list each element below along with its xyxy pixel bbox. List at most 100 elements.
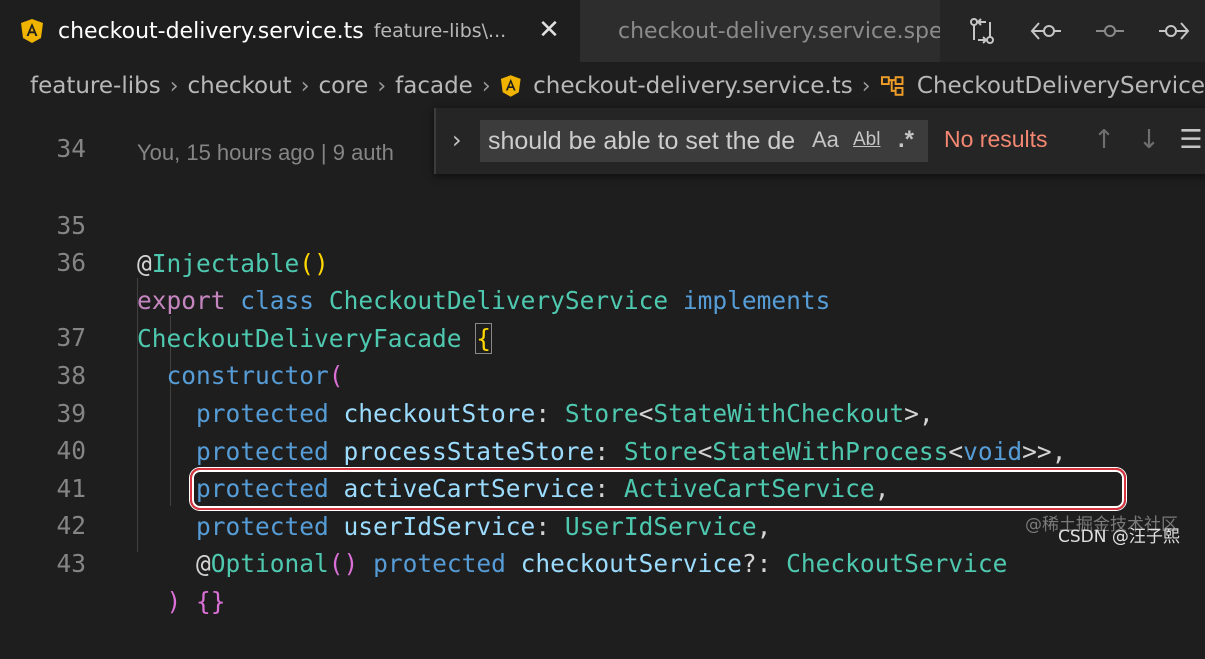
code-token: protected <box>196 437 329 466</box>
code-token: checkoutService <box>520 549 742 578</box>
next-match-icon[interactable]: ↓ <box>1132 122 1166 158</box>
code-token: : <box>594 437 624 466</box>
code-line: 36 export class CheckoutDeliveryService … <box>0 206 830 315</box>
line-number: 43 <box>56 549 86 578</box>
chevron-right-icon: › <box>861 73 871 99</box>
code-line: 41 protected userIdService: UserIdServic… <box>0 432 771 541</box>
code-token: {} <box>196 587 226 616</box>
code-token: implements <box>682 286 831 315</box>
code-token: CheckoutService <box>786 549 1008 578</box>
code-text: protected userIdService: UserIdService, <box>137 508 771 546</box>
watermark-author: CSDN @汪子熙 <box>1058 527 1180 547</box>
tab-label: checkout-delivery.service.spec.ts <box>618 18 940 44</box>
breadcrumb-item[interactable]: checkout-delivery.service.ts <box>533 73 853 99</box>
chevron-right-icon: › <box>300 73 310 99</box>
code-line: 37 constructor( <box>0 281 343 390</box>
find-status: No results <box>944 126 1048 152</box>
code-token: >>, <box>1022 437 1067 466</box>
code-token: : <box>535 399 565 428</box>
git-blame-codelens[interactable]: You, 15 hours ago | 9 auth <box>137 138 394 168</box>
tab-description: feature-libs\... <box>373 20 507 42</box>
angular-icon <box>21 19 43 43</box>
code-token: @ <box>196 549 211 578</box>
chevron-right-icon: › <box>377 73 387 99</box>
code-line-wrapped: CheckoutDeliveryFacade { <box>0 244 493 354</box>
tab-checkout-delivery-service[interactable]: checkout-delivery.service.ts feature-lib… <box>0 0 580 62</box>
breadcrumb: feature-libs › checkout › core › facade … <box>0 62 1205 110</box>
code-line: 40 protected activeCartService: ActiveCa… <box>0 394 889 503</box>
code-token: CheckoutDeliveryFacade <box>137 324 462 353</box>
code-line-highlighted: 42 @Optional() protected checkoutService… <box>0 469 1007 578</box>
tab-bar: checkout-delivery.service.ts feature-lib… <box>0 0 1205 62</box>
code-token: < <box>697 437 713 466</box>
compare-changes-icon[interactable] <box>950 11 1014 51</box>
code-token: Store <box>564 399 639 428</box>
regex-icon[interactable]: .* <box>898 124 914 156</box>
annotation-highlight-box <box>190 468 1126 510</box>
match-case-icon[interactable]: Aa <box>812 124 839 156</box>
code-token: export <box>137 286 226 315</box>
go-back-icon[interactable] <box>1014 11 1078 51</box>
breadcrumb-item[interactable]: CheckoutDeliveryService <box>917 73 1205 99</box>
code-token: : <box>535 512 565 541</box>
code-token: void <box>963 437 1023 466</box>
whole-word-icon[interactable]: Abl <box>853 124 880 156</box>
tab-label: checkout-delivery.service.ts <box>58 18 364 44</box>
previous-match-icon[interactable]: ↑ <box>1087 122 1121 158</box>
code-token: constructor <box>166 361 329 390</box>
code-token: { <box>475 323 493 354</box>
code-token: protected <box>373 549 506 578</box>
code-token: ) <box>166 587 182 616</box>
code-token: @ <box>137 249 152 278</box>
code-token: , <box>756 512 772 541</box>
current-change-icon[interactable] <box>1078 11 1142 51</box>
go-forward-icon[interactable] <box>1142 11 1205 51</box>
editor-actions <box>950 0 1205 62</box>
code-text: @Optional() protected checkoutService?: … <box>137 545 1007 583</box>
code-text: constructor( <box>137 357 344 395</box>
code-line: 38 protected checkoutStore: Store<StateW… <box>0 319 933 428</box>
code-token: protected <box>196 512 329 541</box>
find-in-selection-icon[interactable]: ☰ <box>1174 122 1205 158</box>
breadcrumb-item[interactable]: core <box>319 73 369 99</box>
code-token: UserIdService <box>564 512 757 541</box>
breadcrumb-item[interactable]: checkout <box>188 73 292 99</box>
code-token: StateWithProcess <box>712 437 949 466</box>
breadcrumb-item[interactable]: facade <box>395 73 473 99</box>
code-token: StateWithCheckout <box>653 399 905 428</box>
tab-checkout-delivery-service-spec[interactable]: checkout-delivery.service.spec.ts <box>580 0 940 62</box>
code-text: @Injectable() <box>137 245 329 283</box>
code-token: Injectable <box>151 249 300 278</box>
code-editor[interactable]: 34 You, 15 hours ago | 9 auth 35 @Inject… <box>0 110 1205 616</box>
code-token: userIdService <box>343 512 536 541</box>
close-icon[interactable]: ✕ <box>536 14 562 46</box>
code-token: CheckoutDeliveryService <box>328 286 669 315</box>
code-token: processStateStore <box>343 437 595 466</box>
code-text: CheckoutDeliveryFacade { <box>137 320 493 358</box>
code-token: checkoutStore <box>343 399 536 428</box>
class-symbol-icon <box>880 76 903 96</box>
toggle-replace-chevron-icon[interactable]: › <box>452 126 472 156</box>
chevron-right-icon: › <box>169 73 179 99</box>
code-token: < <box>638 399 654 428</box>
code-text: ) {} <box>137 583 226 621</box>
code-token: protected <box>196 399 329 428</box>
find-query: should be able to set the de <box>488 127 796 155</box>
code-token: ?: <box>741 549 787 578</box>
